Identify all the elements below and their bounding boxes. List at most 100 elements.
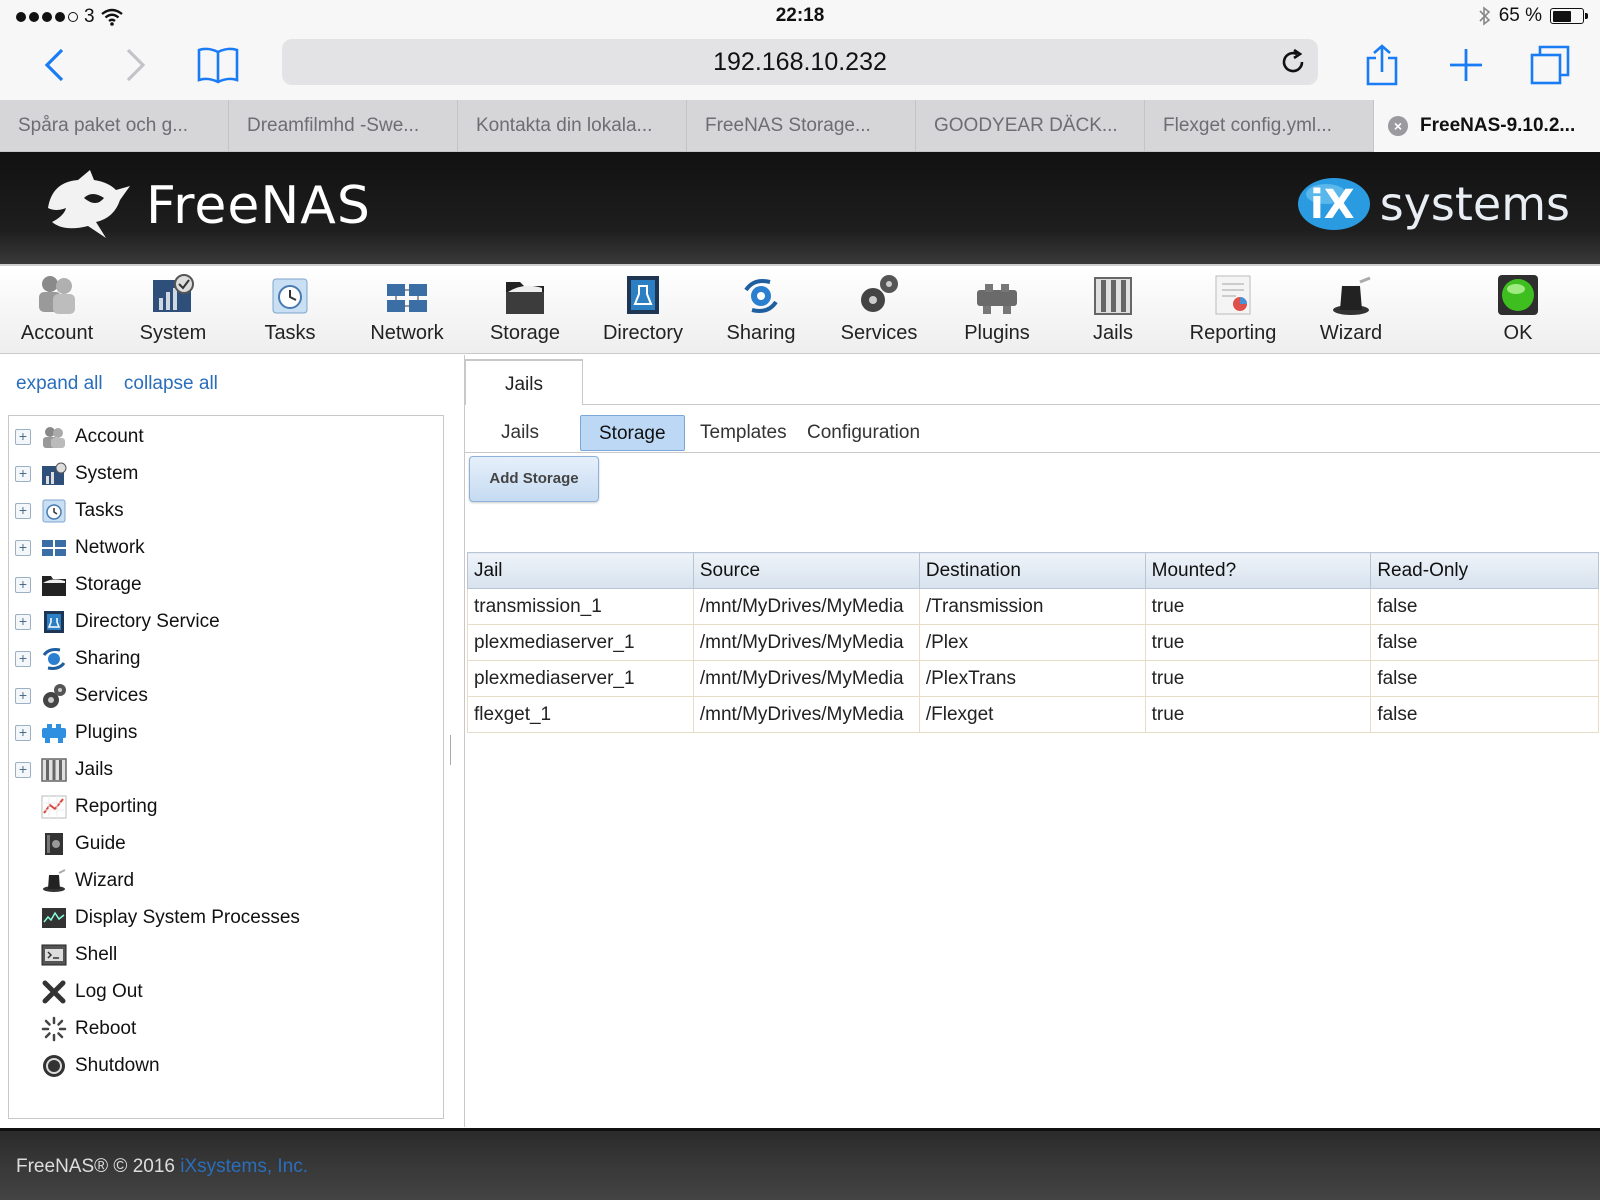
- expand-icon[interactable]: +: [15, 614, 31, 630]
- new-tab-button[interactable]: [1442, 42, 1490, 88]
- cell-jail: transmission_1: [467, 588, 694, 625]
- copyright-text: FreeNAS® © 2016: [16, 1156, 175, 1177]
- cell-read-only: false: [1370, 624, 1599, 661]
- tabs-overview-button[interactable]: [1526, 42, 1574, 88]
- reload-button[interactable]: [1278, 47, 1308, 77]
- cell-source: /mnt/MyDrives/MyMedia: [693, 660, 920, 697]
- menu-reporting-label: Reporting: [1189, 322, 1277, 344]
- cell-destination: /PlexTrans: [919, 660, 1146, 697]
- cell-destination: /Flexget: [919, 696, 1146, 733]
- expand-icon[interactable]: +: [15, 503, 31, 519]
- menu-account[interactable]: Account: [2, 272, 112, 345]
- column-header-jail[interactable]: Jail: [467, 552, 694, 589]
- back-button[interactable]: [30, 42, 78, 88]
- column-header-source[interactable]: Source: [692, 552, 920, 589]
- browser-tab[interactable]: Flexget config.yml...: [1145, 100, 1374, 152]
- cell-read-only: false: [1370, 696, 1599, 733]
- menu-system[interactable]: System: [118, 272, 228, 345]
- clock: 22:18: [775, 5, 825, 26]
- freenas-logo[interactable]: FreeNAS: [44, 168, 371, 244]
- reporting-icon: [1215, 275, 1251, 315]
- freenas-shark-icon: [48, 170, 130, 238]
- subtab-storage[interactable]: Storage: [580, 415, 685, 451]
- menu-directory[interactable]: Directory: [588, 272, 698, 345]
- cell-jail: plexmediaserver_1: [467, 624, 694, 661]
- table-header-row: Jail Source Destination Mounted? Read-On…: [467, 552, 1599, 589]
- expand-icon[interactable]: +: [15, 725, 31, 741]
- browser-tab[interactable]: Spåra paket och g...: [0, 100, 229, 152]
- menu-status-ok[interactable]: OK: [1488, 272, 1548, 345]
- cell-mounted: true: [1145, 588, 1372, 625]
- content-panel: Jails Jails Storage Templates Configurat…: [464, 355, 1600, 1127]
- storage-table: Jail Source Destination Mounted? Read-On…: [467, 552, 1599, 733]
- active-tab-label: FreeNAS-9.10.2...: [1420, 115, 1576, 136]
- battery-icon: [1550, 8, 1588, 24]
- menu-wizard[interactable]: Wizard: [1296, 272, 1406, 345]
- plugins-icon: [977, 284, 1017, 314]
- subtab-templates[interactable]: Templates: [682, 415, 805, 451]
- browser-tab[interactable]: GOODYEAR DÄCK...: [916, 100, 1145, 152]
- expand-icon[interactable]: +: [15, 429, 31, 445]
- forward-button[interactable]: [112, 42, 160, 88]
- menu-services-label: Services: [840, 322, 918, 344]
- menu-tasks[interactable]: Tasks: [235, 272, 345, 345]
- browser-tab[interactable]: Kontakta din lokala...: [458, 100, 687, 152]
- menu-sharing[interactable]: Sharing: [706, 272, 816, 345]
- expand-icon[interactable]: +: [15, 651, 31, 667]
- battery-percent: 65 %: [1498, 5, 1542, 26]
- menu-storage[interactable]: Storage: [470, 272, 580, 345]
- expand-icon[interactable]: +: [15, 762, 31, 778]
- expand-all-link[interactable]: expand all: [16, 373, 103, 394]
- bookmarks-button[interactable]: [194, 42, 242, 88]
- subtab-bar: Jails Storage Templates Configuration: [465, 407, 1600, 453]
- column-header-read-only[interactable]: Read-Only: [1370, 552, 1599, 589]
- company-link[interactable]: iXsystems, Inc.: [180, 1156, 308, 1177]
- close-tab-icon[interactable]: ×: [1388, 116, 1408, 136]
- expand-icon[interactable]: +: [15, 577, 31, 593]
- status-ok-icon: [1498, 275, 1538, 315]
- ixsystems-wordmark: systems: [1379, 177, 1570, 231]
- column-header-destination[interactable]: Destination: [918, 552, 1146, 589]
- ixsystems-logo[interactable]: iX systems: [1296, 174, 1570, 234]
- cell-source: /mnt/MyDrives/MyMedia: [693, 624, 920, 661]
- jails-icon: [1094, 277, 1132, 315]
- logout-x-icon: [42, 980, 66, 1004]
- expand-icon[interactable]: +: [15, 688, 31, 704]
- network-icon: [42, 540, 66, 556]
- menu-plugins[interactable]: Plugins: [942, 272, 1052, 345]
- directory-icon: [627, 276, 659, 314]
- sharing-icon: [744, 279, 778, 313]
- subtab-jails[interactable]: Jails: [483, 415, 557, 451]
- browser-tab[interactable]: FreeNAS Storage...: [687, 100, 916, 152]
- menu-jails[interactable]: Jails: [1058, 272, 1168, 345]
- menu-reporting[interactable]: Reporting: [1178, 272, 1288, 345]
- cell-jail: flexget_1: [467, 696, 694, 733]
- panel-splitter-handle[interactable]: [450, 735, 453, 765]
- table-row[interactable]: plexmediaserver_1 /mnt/MyDrives/MyMedia …: [467, 660, 1599, 697]
- share-button[interactable]: [1358, 42, 1406, 88]
- menu-services[interactable]: Services: [824, 272, 934, 345]
- table-row[interactable]: transmission_1 /mnt/MyDrives/MyMedia /Tr…: [467, 588, 1599, 625]
- table-row[interactable]: plexmediaserver_1 /mnt/MyDrives/MyMedia …: [467, 624, 1599, 661]
- jails-icon: [41, 758, 67, 782]
- menu-system-label: System: [139, 322, 207, 344]
- browser-tab-active[interactable]: × FreeNAS-9.10.2...: [1374, 100, 1600, 152]
- address-bar[interactable]: 192.168.10.232: [282, 39, 1318, 85]
- navigation-panel: expand all collapse all + Account + Syst…: [0, 355, 452, 1127]
- expand-icon[interactable]: +: [15, 466, 31, 482]
- menu-plugins-label: Plugins: [964, 322, 1030, 344]
- expand-icon[interactable]: +: [15, 540, 31, 556]
- subtab-configuration[interactable]: Configuration: [789, 415, 938, 451]
- cell-mounted: true: [1145, 696, 1372, 733]
- browser-tab[interactable]: Dreamfilmhd -Swe...: [229, 100, 458, 152]
- cell-read-only: false: [1370, 660, 1599, 697]
- table-row[interactable]: flexget_1 /mnt/MyDrives/MyMedia /Flexget…: [467, 696, 1599, 733]
- add-storage-button[interactable]: Add Storage: [469, 456, 599, 502]
- column-header-mounted[interactable]: Mounted?: [1144, 552, 1372, 589]
- tab-jails-main[interactable]: Jails: [465, 359, 583, 405]
- collapse-all-link[interactable]: collapse all: [124, 373, 218, 394]
- services-icon: [43, 684, 66, 708]
- menu-network[interactable]: Network: [352, 272, 462, 345]
- page-footer: FreeNAS® © 2016 iXsystems, Inc.: [0, 1128, 1600, 1200]
- plus-icon: [1450, 49, 1482, 81]
